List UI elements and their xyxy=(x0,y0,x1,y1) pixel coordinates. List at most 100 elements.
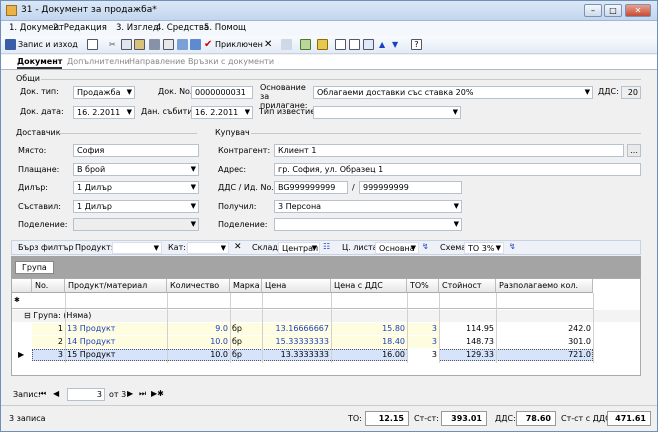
arrow-down-icon[interactable]: ▼ xyxy=(392,38,398,52)
cell-unit[interactable]: бр xyxy=(230,323,262,335)
maximize-button[interactable]: □ xyxy=(604,4,622,17)
paste-icon[interactable] xyxy=(134,39,145,50)
cell-quantity[interactable]: 10.0 xyxy=(167,349,230,361)
column-header-available[interactable]: Разполагаемо кол. xyxy=(496,279,593,293)
filter-icon[interactable] xyxy=(363,39,374,50)
cell-unit[interactable]: бр xyxy=(230,336,262,348)
cell-no[interactable]: 3 xyxy=(32,349,65,361)
column-header-product[interactable]: Продукт/материал xyxy=(65,279,167,293)
page-icon[interactable] xyxy=(335,39,346,50)
basis-select[interactable]: Облагаеми доставки със ставка 20% ▼ xyxy=(313,86,593,99)
post-button[interactable]: Приключен xyxy=(215,38,263,52)
cell-unit[interactable]: бр xyxy=(230,349,262,361)
undo-icon[interactable] xyxy=(281,39,292,50)
buyer-division-select[interactable]: ▼ xyxy=(274,218,462,231)
scheme-apply-icon[interactable]: ↯ xyxy=(509,242,516,251)
refresh-icon[interactable] xyxy=(300,39,311,50)
save-close-button[interactable]: Запис и изход xyxy=(18,38,78,52)
cell-to[interactable]: 3 xyxy=(407,323,439,335)
first-record-button[interactable]: ⏮ xyxy=(39,389,46,399)
last-record-button[interactable]: ⏭ xyxy=(139,389,146,399)
category-filter-select[interactable]: ▼ xyxy=(187,242,229,254)
cell-price-vat[interactable]: 15.80 xyxy=(331,323,407,335)
column-header-quantity[interactable]: Количество xyxy=(167,279,230,293)
column-header-no[interactable]: No. xyxy=(32,279,65,293)
cell-quantity[interactable]: 9.0 xyxy=(167,323,230,335)
notice-type-select[interactable]: ▼ xyxy=(313,106,461,119)
group-column-button[interactable]: Група xyxy=(15,261,54,274)
new-record-button[interactable]: ▶✱ xyxy=(151,389,164,398)
tab-related-documents[interactable]: Връзки с документи xyxy=(188,57,274,69)
cell-available[interactable]: 242.0 xyxy=(496,323,593,335)
column-header-price-vat[interactable]: Цена с ДДС xyxy=(331,279,407,293)
help-icon[interactable]: ? xyxy=(411,39,422,50)
minimize-button[interactable]: – xyxy=(584,4,602,17)
contractor-browse-button[interactable]: … xyxy=(627,144,641,157)
dealer-select[interactable]: 1 Дилър ▼ xyxy=(73,181,199,194)
tab-direction[interactable]: Направление xyxy=(129,57,185,69)
supplier-division-select[interactable]: ▼ xyxy=(73,218,199,231)
cell-to[interactable]: 3 xyxy=(407,349,439,361)
column-header-price[interactable]: Цена xyxy=(262,279,331,293)
cell-available[interactable]: 721.0 xyxy=(496,349,593,361)
column-header-value[interactable]: Стойност xyxy=(439,279,496,293)
copy-icon[interactable] xyxy=(121,39,132,50)
new-icon[interactable] xyxy=(87,39,98,50)
place-field[interactable]: София xyxy=(73,144,199,157)
cell-no[interactable]: 2 xyxy=(32,336,65,348)
received-select[interactable]: 3 Персона ▼ xyxy=(274,200,462,213)
doc-date-field[interactable]: 16. 2.2011 ▼ xyxy=(73,106,135,119)
delete-icon[interactable]: ✕ xyxy=(264,38,272,52)
cell-price-vat[interactable]: 16.00 xyxy=(331,349,407,361)
store-info-icon[interactable]: ☷ xyxy=(323,242,330,251)
clear-filter-icon[interactable]: ✕ xyxy=(234,242,242,252)
cell-no[interactable]: 1 xyxy=(32,323,65,335)
preview-icon[interactable] xyxy=(163,39,174,50)
column-header-unit[interactable]: Марка xyxy=(230,279,262,293)
close-button[interactable]: ✕ xyxy=(625,4,651,17)
tab-additional[interactable]: Допълнителни xyxy=(67,57,130,69)
cell-value[interactable]: 148.73 xyxy=(439,336,496,348)
doc-no-field[interactable]: 0000000031 xyxy=(191,86,253,99)
cell-value[interactable]: 114.95 xyxy=(439,323,496,335)
mail-icon[interactable] xyxy=(190,39,201,50)
doc-type-select[interactable]: Продажба ▼ xyxy=(73,86,135,99)
price-list-select[interactable]: Основна ▼ xyxy=(375,242,419,254)
cell-product[interactable]: 14 Продукт xyxy=(65,336,167,348)
product-filter-select[interactable]: ▼ xyxy=(112,242,162,254)
cell-price[interactable]: 15.33333333 xyxy=(262,336,331,348)
cut-icon[interactable]: ✂ xyxy=(109,38,116,52)
menu-edit[interactable]: 2. Редакция xyxy=(53,23,107,33)
export-icon[interactable] xyxy=(177,39,188,50)
menu-help[interactable]: 5. Помощ xyxy=(204,23,246,33)
contractor-field[interactable]: Клиент 1 xyxy=(274,144,624,157)
id-no-field[interactable]: 999999999 xyxy=(359,181,462,194)
print-icon[interactable] xyxy=(149,39,160,50)
tab-document[interactable]: Документ xyxy=(17,57,63,69)
cell-available[interactable]: 301.0 xyxy=(496,336,593,348)
cell-price-vat[interactable]: 18.40 xyxy=(331,336,407,348)
cell-price[interactable]: 13.3333333 xyxy=(262,349,331,361)
author-select[interactable]: 1 Дилър ▼ xyxy=(73,200,199,213)
cell-to[interactable]: 3 xyxy=(407,336,439,348)
prev-record-button[interactable]: ◀ xyxy=(53,389,59,398)
current-record-field[interactable]: 3 xyxy=(67,388,105,401)
event-date-field[interactable]: 16. 2.2011 ▼ xyxy=(191,106,253,119)
vat-no-field[interactable]: BG999999999 xyxy=(274,181,348,194)
vat-rate-field[interactable]: 20 xyxy=(621,86,641,99)
cell-product[interactable]: 15 Продукт xyxy=(65,349,167,361)
menu-tools[interactable]: 4. Средства xyxy=(156,23,209,33)
column-header-to[interactable]: ТО% xyxy=(407,279,439,293)
payment-select[interactable]: В брой ▼ xyxy=(73,163,199,176)
pages-icon[interactable] xyxy=(349,39,360,50)
cell-price[interactable]: 13.16666667 xyxy=(262,323,331,335)
open-icon[interactable] xyxy=(317,39,328,50)
cell-product[interactable]: 13 Продукт xyxy=(65,323,167,335)
price-list-apply-icon[interactable]: ↯ xyxy=(422,242,429,251)
menu-view[interactable]: 3. Изглед xyxy=(116,23,159,33)
cell-value[interactable]: 129.33 xyxy=(439,349,496,361)
arrow-up-icon[interactable]: ▲ xyxy=(379,38,385,52)
address-field[interactable]: гр. София, ул. Образец 1 xyxy=(274,163,641,176)
scheme-select[interactable]: ТО 3% ▼ xyxy=(464,242,504,254)
next-record-button[interactable]: ▶ xyxy=(127,389,133,398)
